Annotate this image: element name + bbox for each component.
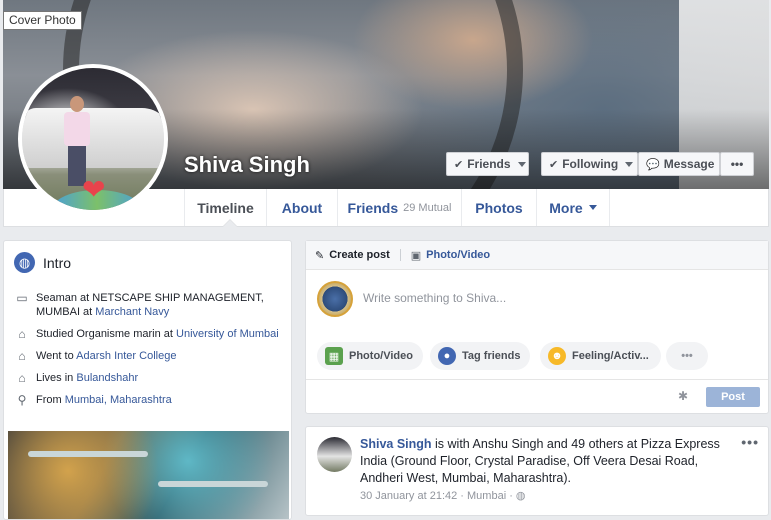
heart-icon: ❤ [82, 174, 106, 205]
tab-friends[interactable]: Friends 29 Mutual [337, 189, 461, 226]
composer-more-button[interactable]: ••• [666, 342, 708, 370]
intro-school-text: Went to [36, 350, 77, 362]
school-icon: ⌂ [18, 349, 26, 363]
post-author-link[interactable]: Shiva Singh [360, 437, 432, 451]
person-graphic [64, 96, 90, 186]
more-options-button[interactable]: ••• [720, 152, 754, 176]
intro-list: ▭ Seaman at NETSCAPE SHIP MANAGEMENT, MU… [15, 291, 283, 415]
intro-item-from: ⚲ From Mumbai, Maharashtra [15, 393, 283, 407]
tab-about-label: About [281, 199, 323, 216]
more-options-label: ••• [730, 157, 744, 171]
following-button[interactable]: ✔ Following [541, 152, 638, 176]
intro-lives-text: Lives in [36, 372, 77, 384]
profile-name[interactable]: Shiva Singh [184, 152, 310, 178]
post-meta: 30 January at 21:42 · Mumbai · ◍ [360, 489, 526, 502]
smiley-icon: ☻ [548, 347, 566, 365]
active-tab-indicator [222, 219, 238, 227]
tab-more-label: More [549, 199, 583, 216]
camera-icon: ▣ [410, 249, 422, 262]
cover-photo-tooltip: Cover Photo [3, 11, 82, 30]
feeling-activity-label: Feeling/Activ... [572, 350, 649, 362]
pipe-graphic [28, 451, 148, 457]
tag-friends-icon: ● [438, 347, 456, 365]
intro-title: Intro [43, 254, 72, 271]
photo-video-tab-label: Photo/Video [426, 249, 491, 261]
intro-card: ◍ Intro ▭ Seaman at NETSCAPE SHIP MANAGE… [3, 240, 292, 520]
post-timestamp[interactable]: 30 January at 21:42 · Mumbai · [360, 490, 513, 502]
graduation-cap-icon: ⌂ [18, 327, 26, 341]
post-author-avatar[interactable] [317, 437, 352, 472]
intro-school-link[interactable]: Adarsh Inter College [76, 350, 176, 362]
gear-icon[interactable]: ✱ [678, 389, 688, 403]
tab-photos[interactable]: Photos [461, 189, 536, 226]
intro-lives-link[interactable]: Bulandshahr [76, 372, 138, 384]
tab-friends-label: Friends [347, 199, 399, 216]
friends-button[interactable]: ✔ Friends [446, 152, 529, 176]
composer-footer: ✱ Post [306, 379, 768, 413]
pipe-graphic [158, 481, 268, 487]
photo-video-button[interactable]: ▦ Photo/Video [317, 342, 423, 370]
chevron-down-icon [625, 161, 634, 167]
intro-from-link[interactable]: Mumbai, Maharashtra [65, 394, 172, 406]
globe-icon: ◍ [14, 252, 35, 273]
chevron-down-icon [517, 161, 526, 167]
composer-input[interactable]: Write something to Shiva... [363, 291, 506, 305]
featured-photo[interactable] [8, 431, 289, 519]
post-button[interactable]: Post [706, 387, 760, 407]
message-button[interactable]: 💬 Message [638, 152, 720, 176]
post-composer: ✎ Create post ▣ Photo/Video Write someth… [305, 240, 769, 414]
intro-from-text: From [36, 394, 65, 406]
intro-item-study: ⌂ Studied Organisme marin at University … [15, 327, 283, 341]
feed-post: Shiva Singh is with Anshu Singh and 49 o… [305, 426, 769, 516]
location-pin-icon: ⚲ [17, 393, 27, 407]
message-button-label: Message [663, 157, 715, 171]
post-menu-button[interactable]: ••• [741, 434, 759, 450]
intro-item-lives: ⌂ Lives in Bulandshahr [15, 371, 283, 385]
intro-item-school: ⌂ Went to Adarsh Inter College [15, 349, 283, 363]
checkmark-icon: ✔ [549, 158, 559, 171]
home-icon: ⌂ [18, 371, 26, 385]
globe-icon: ◍ [515, 490, 526, 502]
intro-study-link[interactable]: University of Mumbai [176, 328, 279, 340]
composer-avatar [317, 281, 353, 317]
photo-video-tab[interactable]: ▣ Photo/Video [411, 249, 490, 262]
composer-more-label: ••• [681, 350, 693, 362]
intro-item-work: ▭ Seaman at NETSCAPE SHIP MANAGEMENT, MU… [15, 291, 283, 319]
tag-friends-button[interactable]: ● Tag friends [430, 342, 531, 370]
pencil-icon: ✎ [315, 249, 325, 262]
tab-more[interactable]: More [536, 189, 610, 226]
intro-work-link[interactable]: Marchant Navy [95, 306, 169, 318]
friends-button-label: Friends [467, 157, 511, 171]
tab-photos-label: Photos [475, 199, 523, 216]
photo-video-label: Photo/Video [349, 350, 413, 362]
tab-timeline-label: Timeline [197, 199, 254, 216]
tab-about[interactable]: About [266, 189, 337, 226]
checkmark-icon: ✔ [454, 158, 464, 171]
tag-friends-label: Tag friends [462, 350, 521, 362]
create-post-tab[interactable]: ✎ Create post [315, 249, 390, 262]
photo-icon: ▦ [325, 347, 343, 365]
feeling-activity-button[interactable]: ☻ Feeling/Activ... [540, 342, 661, 370]
chevron-down-icon [588, 205, 597, 210]
mutual-friends-count: 29 Mutual [403, 201, 452, 214]
messenger-icon: 💬 [646, 158, 660, 171]
post-header-text: Shiva Singh is with Anshu Singh and 49 o… [360, 436, 740, 487]
tab-divider [399, 249, 401, 261]
create-post-label: Create post [329, 249, 390, 261]
briefcase-icon: ▭ [16, 291, 28, 305]
profile-picture[interactable]: ❤ [18, 64, 168, 214]
car-graphic [22, 108, 164, 168]
following-button-label: Following [562, 157, 619, 171]
intro-study-text: Studied Organisme marin at [36, 328, 177, 340]
